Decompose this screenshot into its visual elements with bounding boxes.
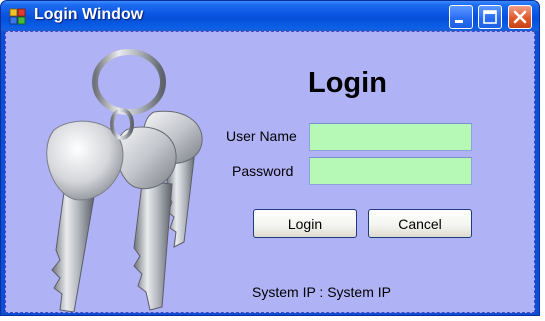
minimize-button[interactable] (449, 5, 473, 29)
form-client-area: Login User Name Password Login Cancel Sy… (5, 31, 535, 313)
maximize-icon (483, 10, 497, 24)
username-label: User Name (226, 128, 297, 144)
maximize-button[interactable] (478, 5, 502, 29)
keys-illustration (46, 49, 203, 312)
password-label: Password (232, 163, 294, 179)
username-input[interactable] (309, 123, 472, 151)
password-input[interactable] (309, 157, 472, 185)
minimize-icon (455, 20, 463, 23)
login-button[interactable]: Login (253, 209, 357, 238)
close-icon (513, 10, 527, 24)
app-icon[interactable] (9, 8, 27, 26)
system-ip-text: System IP : System IP (252, 284, 392, 300)
close-button[interactable] (508, 5, 532, 29)
cancel-button[interactable]: Cancel (368, 209, 472, 238)
window-title: Login Window (34, 6, 144, 23)
login-heading: Login (308, 67, 387, 99)
title-bar[interactable]: Login Window (1, 1, 539, 31)
login-window: Login Window Login User Name Password Lo… (0, 0, 540, 316)
